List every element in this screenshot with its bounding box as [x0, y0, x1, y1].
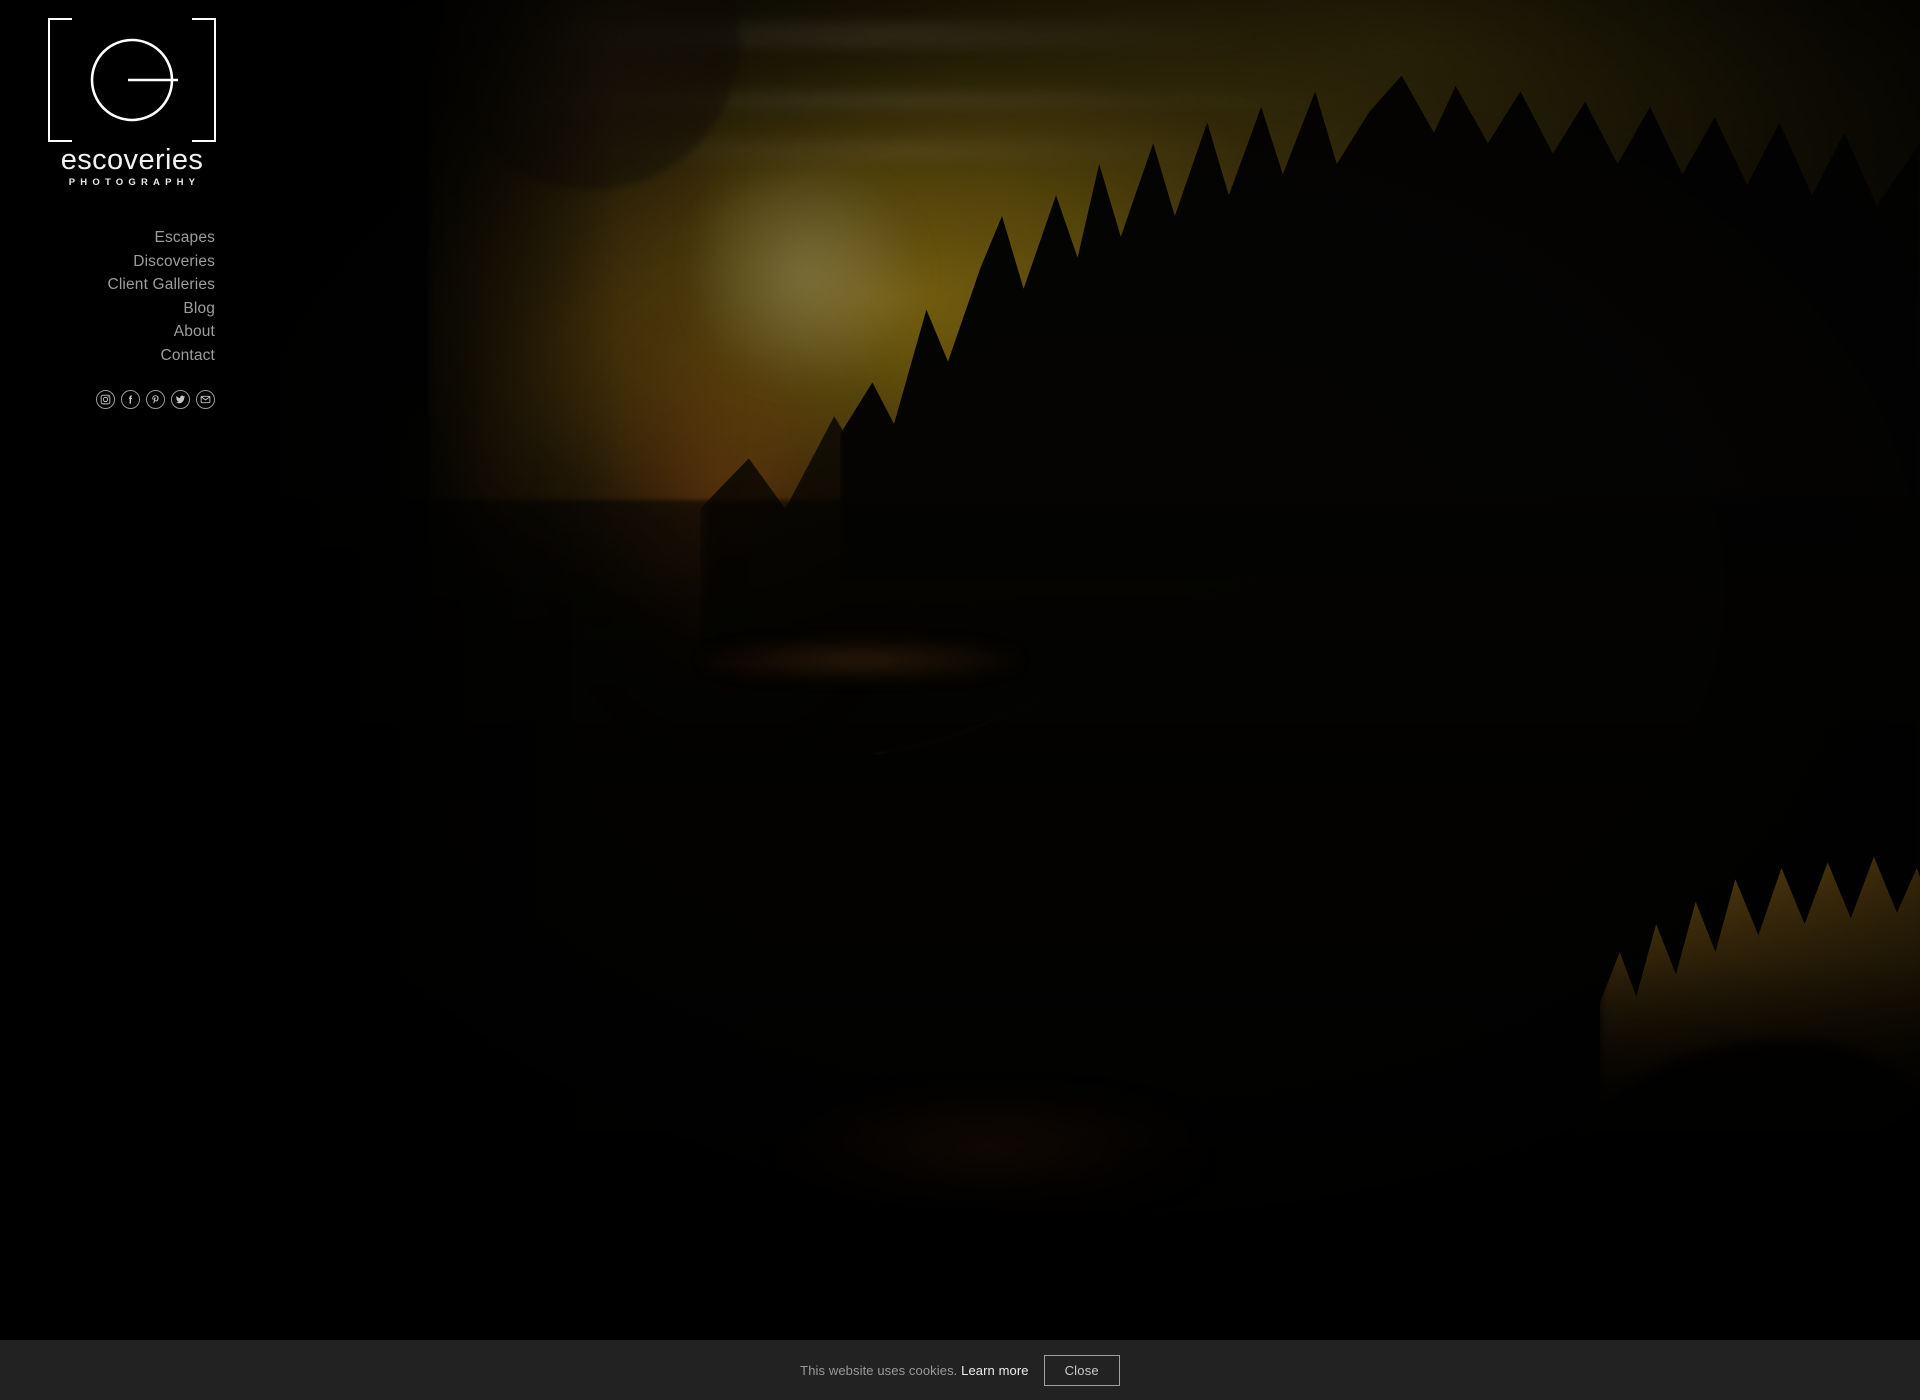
edge-vignette	[0, 0, 1920, 1400]
pinterest-icon[interactable]	[146, 389, 165, 409]
cookie-message: This website uses cookies. Learn more	[800, 1363, 1028, 1378]
social-links	[0, 389, 266, 409]
nav-item-contact[interactable]: Contact	[0, 344, 215, 368]
brand-block[interactable]: escoveries PHOTOGRAPHY	[0, 0, 266, 230]
nav-item-blog[interactable]: Blog	[0, 297, 215, 321]
twitter-icon[interactable]	[171, 389, 190, 409]
cookie-learn-more-link[interactable]: Learn more	[961, 1363, 1028, 1378]
brand-wordmark: escoveries PHOTOGRAPHY	[44, 146, 220, 188]
facebook-icon[interactable]	[121, 389, 140, 409]
nav-item-about[interactable]: About	[0, 320, 215, 344]
email-icon[interactable]	[196, 389, 215, 409]
right-bracket-icon	[192, 18, 216, 142]
left-bracket-icon	[48, 18, 72, 142]
hero-background-photo	[0, 0, 1920, 1400]
nav-item-client-galleries[interactable]: Client Galleries	[0, 273, 215, 297]
cookie-banner-content: This website uses cookies. Learn more Cl…	[800, 1354, 1120, 1386]
logo-letter-e-icon	[86, 34, 178, 126]
brand-tagline: PHOTOGRAPHY	[68, 177, 201, 188]
cookie-close-button[interactable]: Close	[1043, 1354, 1120, 1386]
main-navigation: Escapes Discoveries Client Galleries Blo…	[0, 226, 266, 368]
nav-item-discoveries[interactable]: Discoveries	[0, 250, 215, 274]
sidebar: escoveries PHOTOGRAPHY Escapes Discoveri…	[0, 0, 266, 409]
instagram-icon[interactable]	[96, 389, 115, 409]
brand-name: escoveries	[60, 144, 204, 176]
escoveries-logo-mark[interactable]	[48, 18, 216, 142]
cookie-consent-banner: This website uses cookies. Learn more Cl…	[0, 1340, 1920, 1400]
cookie-message-text: This website uses cookies.	[800, 1362, 958, 1378]
